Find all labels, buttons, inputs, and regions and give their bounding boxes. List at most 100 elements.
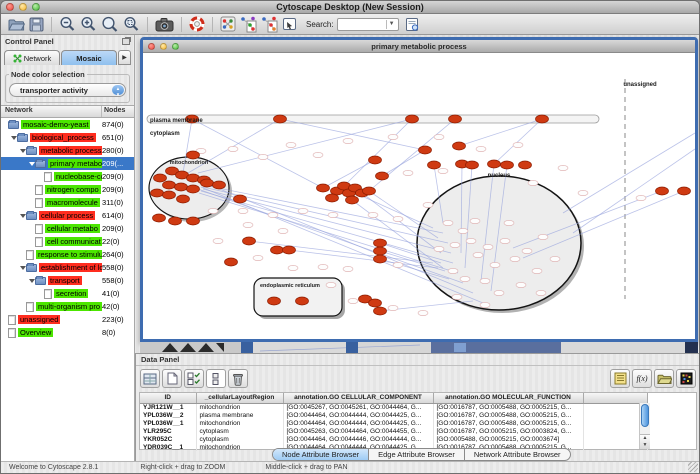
tree-row[interactable]: macromolecule311(0): [1, 196, 134, 209]
network-node[interactable]: [151, 189, 164, 197]
network-node[interactable]: [201, 179, 214, 187]
network-node[interactable]: [501, 161, 514, 169]
table-cell[interactable]: [GO:0045267, GO:0045261, GO:0044464, G..…: [283, 403, 433, 411]
table-cell[interactable]: [GO:0005488, GO:0005215, GO:0003674]: [433, 435, 583, 443]
network-node[interactable]: [283, 246, 296, 254]
network-node[interactable]: [346, 196, 359, 204]
tree-row[interactable]: secretion41(0): [1, 287, 134, 300]
tree-row[interactable]: unassigned223(0): [1, 313, 134, 326]
table-cell[interactable]: [GO:0016787, GO:0005488, GO:0005215, G..…: [433, 419, 583, 427]
zoom-in-button[interactable]: [78, 15, 99, 34]
network-node[interactable]: [177, 195, 190, 203]
table-scrollbar[interactable]: ▲▼: [639, 403, 650, 449]
network-node[interactable]: [536, 115, 549, 123]
tree-row[interactable]: establishment of lo558(0): [1, 261, 134, 274]
tree-row[interactable]: transport558(0): [1, 274, 134, 287]
network-node[interactable]: [363, 187, 376, 195]
tree-row[interactable]: biological_process651(0): [1, 131, 134, 144]
table-row[interactable]: YJR121W__1mitochondrion[GO:0045267, GO:0…: [140, 403, 647, 411]
tree-row[interactable]: metabolic process280(0): [1, 144, 134, 157]
save-session-button[interactable]: [27, 15, 46, 34]
table-cell[interactable]: [GO:0044464, GO:0044446, GO:0044444, G..…: [283, 435, 433, 443]
tree-row[interactable]: cell communicat22(0): [1, 235, 134, 248]
expander-icon[interactable]: [10, 136, 17, 140]
network-node[interactable]: [296, 297, 309, 305]
table-column-header[interactable]: annotation.GO MOLECULAR_FUNCTION: [433, 393, 583, 403]
attribute-checklist-button[interactable]: [184, 369, 204, 388]
network-node[interactable]: [374, 307, 387, 315]
dropdown-stepper-icon[interactable]: ▲▼: [112, 85, 124, 95]
network-node[interactable]: [154, 174, 167, 182]
network-node[interactable]: [153, 214, 166, 222]
expander-icon[interactable]: [19, 266, 26, 270]
table-column-header[interactable]: ID: [140, 393, 196, 403]
table-cell[interactable]: cytoplasm: [196, 427, 283, 435]
select-attributes-button[interactable]: [140, 369, 160, 388]
tree-row[interactable]: multi-organism pro42(0): [1, 300, 134, 313]
network-view-titlebar[interactable]: primary metabolic process: [143, 40, 695, 53]
network-canvas[interactable]: plasma membranecytoplasmmitochondrionnuc…: [143, 53, 695, 339]
table-cell[interactable]: plasma membrane: [196, 411, 283, 419]
network-node[interactable]: [519, 161, 532, 169]
function-builder-button[interactable]: f(x): [632, 369, 652, 388]
network-node[interactable]: [419, 146, 432, 154]
table-cell[interactable]: YJR121W__1: [140, 403, 196, 411]
attribute-list-button[interactable]: [206, 369, 226, 388]
table-cell[interactable]: [GO:0044464, GO:0044444, GO:0044425, G..…: [283, 419, 433, 427]
tree-row[interactable]: cellular metabo209(0): [1, 222, 134, 235]
network-node[interactable]: [163, 181, 176, 189]
tree-row[interactable]: nitrogen compo209(0): [1, 183, 134, 196]
network-node[interactable]: [213, 181, 226, 189]
search-input[interactable]: ▼: [337, 18, 399, 31]
network-node[interactable]: [187, 151, 200, 159]
network-node[interactable]: [374, 247, 387, 255]
tab-scroll-right-button[interactable]: ▶: [118, 50, 131, 65]
network-node[interactable]: [488, 160, 501, 168]
tab-mosaic[interactable]: Mosaic: [61, 50, 117, 65]
zoom-fit-button[interactable]: [99, 15, 121, 34]
network-overview-button[interactable]: [218, 15, 238, 34]
attribute-table[interactable]: ID_cellularLayoutRegionannotation.GO CEL…: [140, 393, 648, 451]
tree-row[interactable]: mosaic-demo-yeast874(0): [1, 118, 134, 131]
table-cell[interactable]: YLR295C: [140, 427, 196, 435]
expander-icon[interactable]: [19, 149, 26, 153]
network-node[interactable]: [369, 299, 382, 307]
table-column-header[interactable]: annotation.GO CELLULAR_COMPONENT: [283, 393, 433, 403]
new-attribute-button[interactable]: [162, 369, 182, 388]
expander-icon[interactable]: [28, 162, 35, 166]
snapshot-button[interactable]: [153, 15, 176, 34]
network-node[interactable]: [225, 258, 238, 266]
network-node[interactable]: [274, 115, 287, 123]
table-cell[interactable]: mitochondrion: [196, 419, 283, 427]
scrollbar-arrows[interactable]: ▲▼: [640, 434, 650, 449]
node-color-dropdown[interactable]: transporter activity ▲▼: [9, 83, 126, 97]
table-cell[interactable]: [GO:0044464, GO:0044444, GO:0044425, G..…: [283, 411, 433, 419]
table-cell[interactable]: [GO:0016787, GO:0005488, GO:0005215, G..…: [433, 403, 583, 411]
tab-edge-attribute-browser[interactable]: Edge Attribute Browser: [369, 449, 465, 460]
tree-row[interactable]: cellular process614(0): [1, 209, 134, 222]
network-node[interactable]: [374, 239, 387, 247]
tab-node-attribute-browser[interactable]: Node Attribute Browser: [273, 449, 369, 460]
table-row[interactable]: YKR052Ccytoplasm[GO:0044464, GO:0044446,…: [140, 435, 647, 443]
tree-row[interactable]: response to stimulu264(0): [1, 248, 134, 261]
expander-icon[interactable]: [28, 279, 35, 283]
import-attributes-button[interactable]: [654, 369, 674, 388]
table-column-header[interactable]: _cellularLayoutRegion: [196, 393, 283, 403]
network-node[interactable]: [234, 195, 247, 203]
resize-grip[interactable]: [688, 462, 698, 472]
table-row[interactable]: YPL036W__2plasma membrane[GO:0044464, GO…: [140, 411, 647, 419]
tree-row[interactable]: nucleobase-co209(0): [1, 170, 134, 183]
network-node[interactable]: [163, 191, 176, 199]
table-cell[interactable]: mitochondrion: [196, 443, 283, 451]
expander-icon[interactable]: [19, 214, 26, 218]
table-cell[interactable]: mitochondrion: [196, 403, 283, 411]
table-cell[interactable]: [GO:0016787, GO:0005488, GO:0005215, G..…: [433, 411, 583, 419]
network-node[interactable]: [326, 194, 339, 202]
create-network-from-selection-button[interactable]: [238, 15, 259, 34]
network-node[interactable]: [175, 183, 188, 191]
search-options-button[interactable]: [403, 15, 422, 34]
matrix-button[interactable]: [676, 369, 696, 388]
undock-panel-icon[interactable]: [122, 38, 130, 45]
table-cell[interactable]: YKR052C: [140, 435, 196, 443]
table-cell[interactable]: YPL036W__2: [140, 411, 196, 419]
